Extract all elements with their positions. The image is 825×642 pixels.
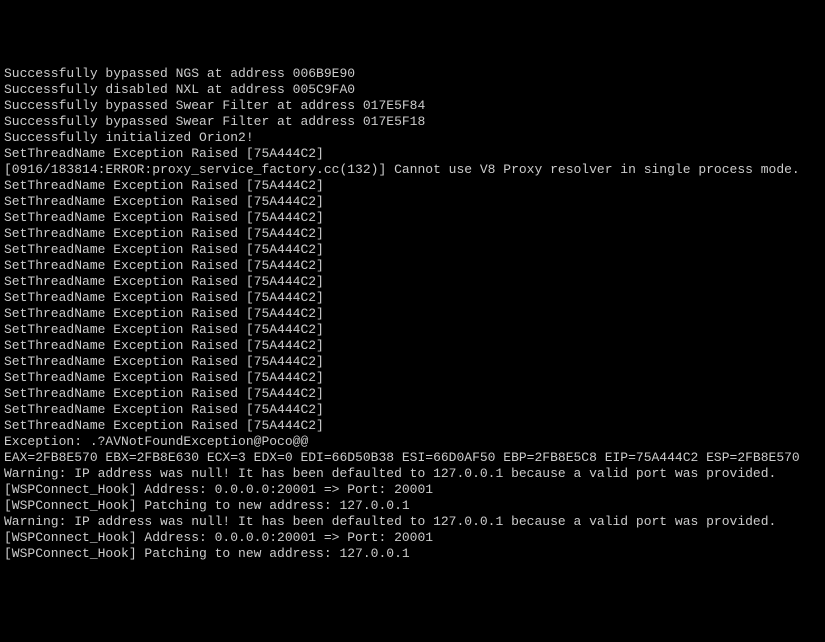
console-line: [WSPConnect_Hook] Patching to new addres… — [4, 498, 821, 514]
console-line: Successfully bypassed Swear Filter at ad… — [4, 114, 821, 130]
console-line: SetThreadName Exception Raised [75A444C2… — [4, 418, 821, 434]
console-line: SetThreadName Exception Raised [75A444C2… — [4, 370, 821, 386]
console-line: EAX=2FB8E570 EBX=2FB8E630 ECX=3 EDX=0 ED… — [4, 450, 821, 466]
console-line: [WSPConnect_Hook] Patching to new addres… — [4, 546, 821, 562]
console-line: SetThreadName Exception Raised [75A444C2… — [4, 338, 821, 354]
console-line: SetThreadName Exception Raised [75A444C2… — [4, 290, 821, 306]
console-output: Successfully bypassed NGS at address 006… — [4, 66, 821, 562]
console-line: SetThreadName Exception Raised [75A444C2… — [4, 258, 821, 274]
console-line: Warning: IP address was null! It has bee… — [4, 466, 821, 482]
console-line: SetThreadName Exception Raised [75A444C2… — [4, 226, 821, 242]
console-line: SetThreadName Exception Raised [75A444C2… — [4, 306, 821, 322]
console-line: Successfully initialized Orion2! — [4, 130, 821, 146]
console-line: SetThreadName Exception Raised [75A444C2… — [4, 322, 821, 338]
console-line: SetThreadName Exception Raised [75A444C2… — [4, 242, 821, 258]
console-line: SetThreadName Exception Raised [75A444C2… — [4, 386, 821, 402]
console-line: SetThreadName Exception Raised [75A444C2… — [4, 178, 821, 194]
console-line: SetThreadName Exception Raised [75A444C2… — [4, 402, 821, 418]
console-line: SetThreadName Exception Raised [75A444C2… — [4, 194, 821, 210]
console-line: SetThreadName Exception Raised [75A444C2… — [4, 146, 821, 162]
console-line: Exception: .?AVNotFoundException@Poco@@ — [4, 434, 821, 450]
console-line: [WSPConnect_Hook] Address: 0.0.0.0:20001… — [4, 530, 821, 546]
console-line: Successfully bypassed NGS at address 006… — [4, 66, 821, 82]
console-line: Successfully bypassed Swear Filter at ad… — [4, 98, 821, 114]
console-line: SetThreadName Exception Raised [75A444C2… — [4, 210, 821, 226]
console-line: SetThreadName Exception Raised [75A444C2… — [4, 354, 821, 370]
console-line: [0916/183814:ERROR:proxy_service_factory… — [4, 162, 821, 178]
console-line: Warning: IP address was null! It has bee… — [4, 514, 821, 530]
console-line: Successfully disabled NXL at address 005… — [4, 82, 821, 98]
console-line: [WSPConnect_Hook] Address: 0.0.0.0:20001… — [4, 482, 821, 498]
console-line: SetThreadName Exception Raised [75A444C2… — [4, 274, 821, 290]
